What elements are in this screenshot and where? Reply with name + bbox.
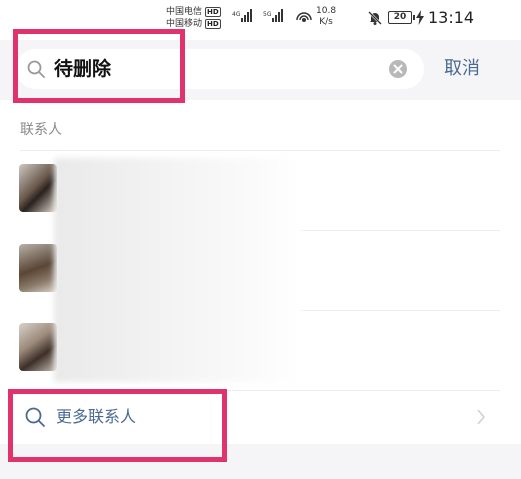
highlight-box-more-contacts	[8, 389, 227, 462]
contact-avatar[interactable]	[19, 323, 57, 371]
contact-avatar[interactable]	[19, 244, 57, 292]
hd-badge: HD	[205, 19, 221, 29]
bell-muted-icon	[368, 11, 382, 25]
network-type-2: 5G	[263, 11, 272, 18]
signal-1-icon	[241, 9, 252, 22]
signal-2-icon	[272, 9, 283, 22]
speed-value: 10.8	[316, 6, 337, 16]
section-header-contacts: 联系人	[20, 122, 62, 138]
redacted-contact-names[interactable]	[54, 158, 302, 382]
network-type-1: 4G	[232, 11, 241, 18]
bolt-icon	[416, 10, 424, 25]
carrier-info: 中国电信 HD 中国移动 HD	[166, 6, 221, 30]
divider	[20, 150, 500, 151]
hotspot-icon	[296, 12, 312, 22]
network-speed: 10.8 K/s	[316, 6, 336, 28]
clock: 13:14	[428, 8, 475, 27]
battery-icon: 20	[388, 11, 415, 24]
speed-unit: K/s	[319, 17, 333, 27]
chevron-right-icon	[477, 409, 485, 425]
highlight-box-search	[13, 29, 185, 103]
carrier-1-name: 中国电信	[166, 7, 203, 17]
cancel-button[interactable]: 取消	[444, 57, 480, 81]
hd-badge: HD	[205, 7, 221, 17]
clear-icon[interactable]	[388, 59, 408, 79]
contact-avatar[interactable]	[19, 164, 57, 212]
